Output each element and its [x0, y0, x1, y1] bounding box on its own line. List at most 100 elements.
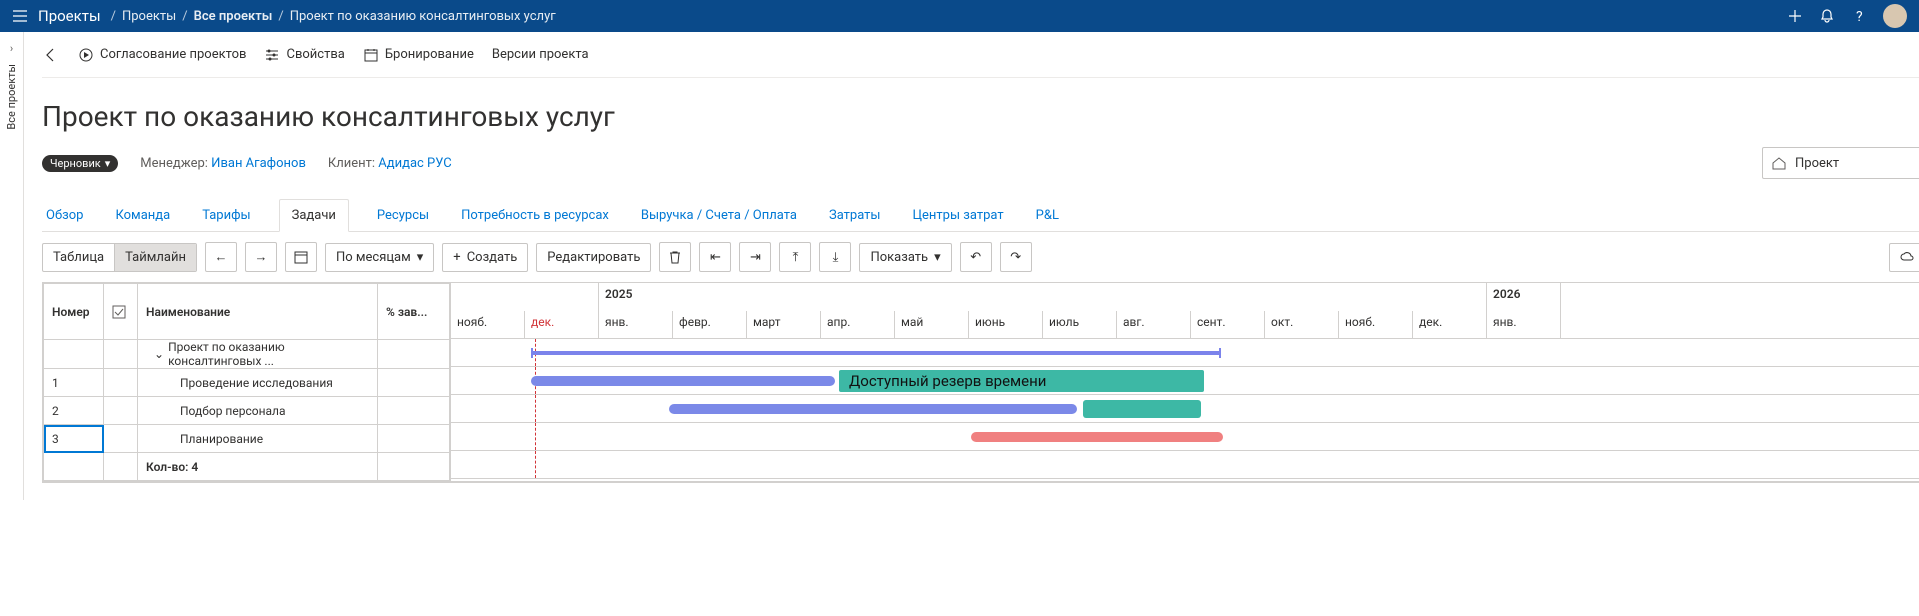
excel-button[interactable]: Excel — [1889, 243, 1919, 272]
client-link[interactable]: Адидас РУС — [378, 156, 451, 171]
approve-label: Согласование проектов — [100, 47, 246, 62]
table-row[interactable]: ⌄Проект по оказанию консалтинговых ... — [44, 340, 450, 369]
year-header: 2025 — [599, 283, 1487, 311]
month-header: нояб. — [1339, 311, 1413, 339]
breadcrumb-item-1[interactable]: Все проекты — [194, 9, 273, 24]
today-button[interactable] — [285, 242, 317, 272]
tab-demand[interactable]: Потребность в ресурсах — [457, 200, 613, 231]
delete-button[interactable] — [659, 242, 691, 272]
tab-revenue[interactable]: Выручка / Счета / Оплата — [637, 200, 801, 231]
summary-bar[interactable] — [531, 351, 1221, 355]
indent-button[interactable]: ⇥ — [739, 242, 771, 272]
tab-costcenters[interactable]: Центры затрат — [909, 200, 1008, 231]
booking-action[interactable]: Бронирование — [363, 47, 474, 63]
table-row[interactable]: 2Подбор персонала — [44, 397, 450, 425]
month-header: дек. — [525, 311, 599, 339]
approve-action[interactable]: Согласование проектов — [78, 47, 246, 63]
app-title: Проекты — [38, 7, 101, 25]
breadcrumb: / Проекты / Все проекты / Проект по оказ… — [111, 9, 556, 24]
timeline-row-summary — [451, 339, 1919, 367]
create-button[interactable]: +Создать — [442, 243, 528, 272]
edit-label: Редактировать — [547, 250, 640, 265]
month-header: март — [747, 311, 821, 339]
page-title: Проект по оказанию консалтинговых услуг — [42, 100, 1919, 133]
edit-button[interactable]: Редактировать — [536, 243, 651, 272]
col-number[interactable]: Номер — [44, 284, 104, 340]
table-row[interactable]: 1Проведение исследования — [44, 369, 450, 397]
create-label: Создать — [467, 250, 518, 265]
nav-next-button[interactable]: → — [245, 242, 277, 272]
help-icon[interactable]: ? — [1851, 8, 1867, 24]
chevron-right-icon[interactable]: › — [10, 42, 13, 55]
scale-select[interactable]: По месяцам ▾ — [325, 243, 434, 272]
month-header: апр. — [821, 311, 895, 339]
booking-label: Бронирование — [385, 47, 474, 62]
menu-icon[interactable] — [12, 8, 28, 24]
breadcrumb-item-2[interactable]: Проект по оказанию консалтинговых услуг — [290, 9, 556, 24]
tab-rates[interactable]: Тарифы — [198, 200, 254, 231]
gantt-timeline[interactable]: 20252026 нояб.дек.янв.февр.мартапр.майию… — [451, 283, 1919, 481]
nav-prev-button[interactable]: ← — [205, 242, 237, 272]
row-name: Подбор персонала — [180, 404, 286, 418]
move-up-button[interactable]: ⤒ — [779, 242, 811, 272]
chevron-down-icon[interactable]: ⌄ — [154, 347, 164, 361]
month-header: янв. — [599, 311, 673, 339]
action-row: Согласование проектов Свойства Бронирова… — [42, 32, 1919, 78]
client-label: Клиент: — [328, 156, 375, 171]
slack-label: Доступный резерв времени — [839, 370, 1204, 392]
siderail[interactable]: › Все проекты — [0, 32, 24, 500]
month-header: окт. — [1265, 311, 1339, 339]
undo-button[interactable]: ↶ — [960, 242, 992, 272]
avatar[interactable] — [1883, 4, 1907, 28]
breadcrumb-item-0[interactable]: Проекты — [122, 9, 176, 24]
status-badge[interactable]: Черновик ▾ — [42, 155, 118, 172]
show-select[interactable]: Показать ▾ — [859, 243, 951, 272]
month-header: янв. — [1487, 311, 1561, 339]
row-name: Проведение исследования — [180, 376, 333, 390]
svg-text:?: ? — [1856, 9, 1863, 24]
bell-icon[interactable] — [1819, 8, 1835, 24]
meta-row: Черновик ▾ Менеджер: Иван Агафонов Клиен… — [42, 147, 1919, 179]
month-header: июнь — [969, 311, 1043, 339]
manager-label: Менеджер: — [140, 156, 208, 171]
task-bar-1[interactable] — [531, 376, 835, 386]
grid-footer: Кол-во: 4 — [44, 453, 450, 481]
manager-link[interactable]: Иван Агафонов — [211, 156, 306, 171]
versions-action[interactable]: Версии проекта — [492, 47, 589, 62]
tab-tasks[interactable]: Задачи — [279, 199, 349, 232]
topbar: Проекты / Проекты / Все проекты / Проект… — [0, 0, 1919, 32]
col-progress[interactable]: % зав... — [378, 284, 450, 340]
month-header: дек. — [1413, 311, 1487, 339]
outdent-button[interactable]: ⇤ — [699, 242, 731, 272]
timeline-row-2 — [451, 395, 1919, 423]
tab-pnl[interactable]: P&L — [1032, 200, 1063, 231]
move-down-button[interactable]: ⤓ — [819, 242, 851, 272]
horizontal-scrollbar[interactable] — [42, 482, 1919, 500]
redo-button[interactable]: ↷ — [1000, 242, 1032, 272]
tab-team[interactable]: Команда — [111, 200, 174, 231]
month-header: авг. — [1117, 311, 1191, 339]
tab-costs[interactable]: Затраты — [825, 200, 885, 231]
project-combo[interactable]: Проект — [1762, 147, 1919, 179]
year-header — [451, 283, 599, 311]
plus-icon[interactable] — [1787, 8, 1803, 24]
year-header: 2026 — [1487, 283, 1561, 311]
view-timeline-button[interactable]: Таймлайн — [115, 244, 196, 271]
month-header: сент. — [1191, 311, 1265, 339]
tab-overview[interactable]: Обзор — [42, 200, 87, 231]
properties-action[interactable]: Свойства — [264, 47, 344, 63]
view-switch: Таблица Таймлайн — [42, 243, 197, 272]
col-name[interactable]: Наименование — [138, 284, 378, 340]
task-bar-3[interactable] — [971, 432, 1223, 442]
siderail-label: Все проекты — [5, 64, 18, 130]
table-row[interactable]: 3Планирование — [44, 425, 450, 453]
month-header: февр. — [673, 311, 747, 339]
tab-resources[interactable]: Ресурсы — [373, 200, 433, 231]
col-checkbox[interactable] — [104, 284, 138, 340]
gantt-grid: Номер Наименование % зав... ⌄Проект по о… — [43, 283, 451, 481]
back-button[interactable] — [42, 46, 60, 64]
slack-bar-2[interactable] — [1083, 400, 1201, 418]
view-table-button[interactable]: Таблица — [43, 244, 115, 271]
task-bar-2[interactable] — [669, 404, 1077, 414]
timeline-row-1: Доступный резерв времени — [451, 367, 1919, 395]
